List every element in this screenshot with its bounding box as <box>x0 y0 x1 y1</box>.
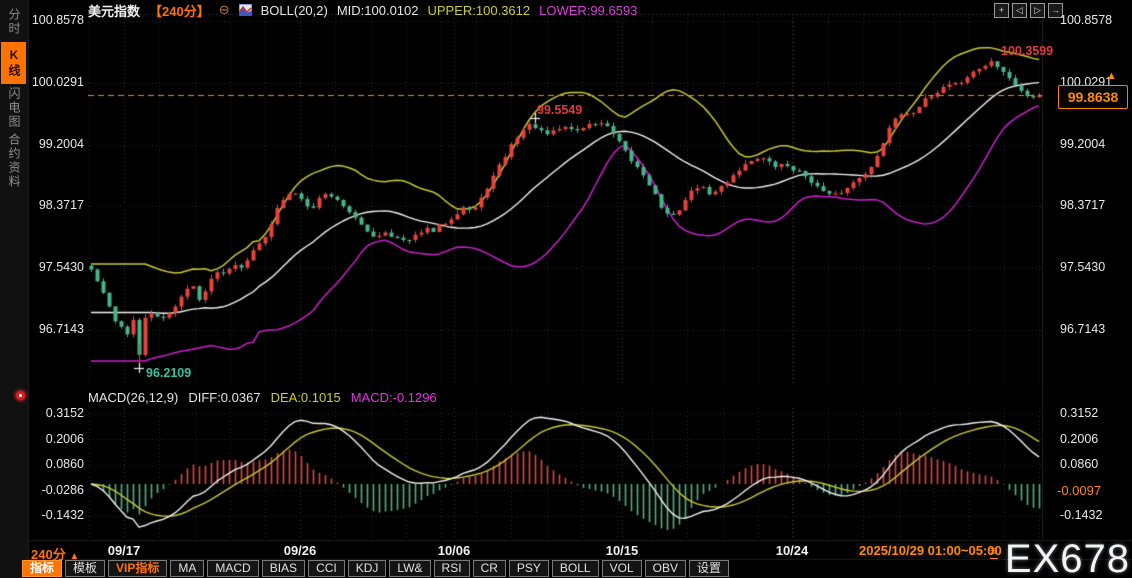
macd-axis-label: 0.3152 <box>1060 406 1099 420</box>
x-axis-date: 10/15 <box>605 543 639 558</box>
tab-template[interactable]: 模板 <box>65 560 106 577</box>
tab-cr[interactable]: CR <box>472 560 506 577</box>
watermark: EX678 <box>1004 537 1130 578</box>
recent-high-label: 100.3599 <box>1001 44 1054 58</box>
tab-rsi[interactable]: RSI <box>433 560 470 577</box>
scroll-right-icon[interactable]: ▷ <box>1030 3 1045 18</box>
macd-axis-label: 0.2006 <box>1060 431 1099 446</box>
macd-bar-value: MACD:-0.1296 <box>350 390 437 405</box>
crosshair-icon[interactable]: + <box>994 3 1009 18</box>
tab-vol[interactable]: VOL <box>601 560 642 577</box>
symbol-name: 美元指数 <box>88 3 141 19</box>
tab-boll[interactable]: BOLL <box>551 560 599 577</box>
macd-dea-value: DEA:0.1015 <box>270 390 341 405</box>
sidebar-item-contract-info[interactable]: 合约资料 <box>1 131 26 191</box>
sidebar-item-kline-chart[interactable]: K线图 <box>1 42 26 84</box>
left-sidebar: 分时图K线图闪电图合约资料 <box>0 0 29 578</box>
indicator-tab-bar: 指标 模板 VIP指标 MA MACD BIAS CCI KDJ LW& RSI CR PSY BOLL… <box>22 560 729 577</box>
x-axis-date: 10/24 <box>775 543 809 558</box>
scroll-left-icon[interactable]: ◁ <box>1012 3 1027 18</box>
price-axis-label: 97.5430 <box>1060 260 1106 275</box>
swing-high-label: 99.5549 <box>537 103 583 117</box>
price-axis-label: 98.3717 <box>1060 198 1106 213</box>
macd-axis-label: -0.1432 <box>1060 508 1103 522</box>
swing-low-label: 96.2109 <box>146 366 192 380</box>
tab-bias[interactable]: BIAS <box>261 560 306 577</box>
boll-upper-value: UPPER:100.3612 <box>427 2 531 18</box>
menu-icon[interactable]: ≡ <box>990 543 998 559</box>
macd-last-value-badge: -0.0097 <box>1054 482 1115 500</box>
macd-diff-value: DIFF:0.0367 <box>188 390 261 405</box>
sidebar-item-flash-chart[interactable]: 闪电图 <box>1 86 26 129</box>
period-badge: 【240分】 <box>149 3 210 19</box>
macd-header: MACD(26,12,9) DIFF:0.0367 DEA:0.1015 MAC… <box>88 390 437 405</box>
macd-params: MACD(26,12,9) <box>88 390 179 405</box>
tab-ma[interactable]: MA <box>170 560 205 577</box>
trading-chart-app: 分时图K线图闪电图合约资料 美元指数 【240分】 ⊖ BOLL(20,2) M… <box>0 0 1132 578</box>
tab-kdj[interactable]: KDJ <box>347 560 387 577</box>
x-axis-date: 09/17 <box>107 543 141 558</box>
price-axis-label: 99.2004 <box>1060 136 1106 151</box>
tab-settings[interactable]: 设置 <box>688 560 729 577</box>
tab-cci[interactable]: CCI <box>308 560 345 577</box>
candlestick-macd-canvas[interactable] <box>0 0 1132 578</box>
boll-params: BOLL(20,2) <box>260 2 328 18</box>
collapse-circle-icon[interactable]: ⊖ <box>219 2 230 18</box>
price-up-arrow-icon: ▲ <box>1106 70 1117 82</box>
boll-mid-value: MID:100.0102 <box>336 2 419 18</box>
alert-icon[interactable] <box>16 391 25 400</box>
chart-toolbar: + ◁ ▷ → <box>994 3 1063 18</box>
tab-vip-indicator[interactable]: VIP指标 <box>108 560 168 577</box>
tab-lw[interactable]: LW& <box>389 560 431 577</box>
last-price-badge: 99.8638 <box>1058 85 1128 109</box>
tab-macd[interactable]: MACD <box>207 560 259 577</box>
x-axis-date: 09/26 <box>283 543 317 558</box>
indicator-chart-icon <box>238 3 253 17</box>
session-label: 2025/10/29 01:00~05:00 <box>856 543 1005 558</box>
tab-obv[interactable]: OBV <box>644 560 686 577</box>
price-axis-label: 100.8578 <box>1060 13 1113 27</box>
sidebar-item-timeshare-chart[interactable]: 分时图 <box>1 3 26 40</box>
price-axis-label: 96.7143 <box>1060 322 1106 336</box>
boll-lower-value: LOWER:99.6593 <box>539 2 638 18</box>
macd-axis-label: 0.0860 <box>1060 457 1099 471</box>
tab-indicator[interactable]: 指标 <box>22 560 63 577</box>
chart-header: 美元指数 【240分】 ⊖ BOLL(20,2) MID:100.0102 UP… <box>88 2 638 19</box>
x-axis-date: 10/06 <box>437 543 471 558</box>
tab-psy[interactable]: PSY <box>508 560 549 577</box>
